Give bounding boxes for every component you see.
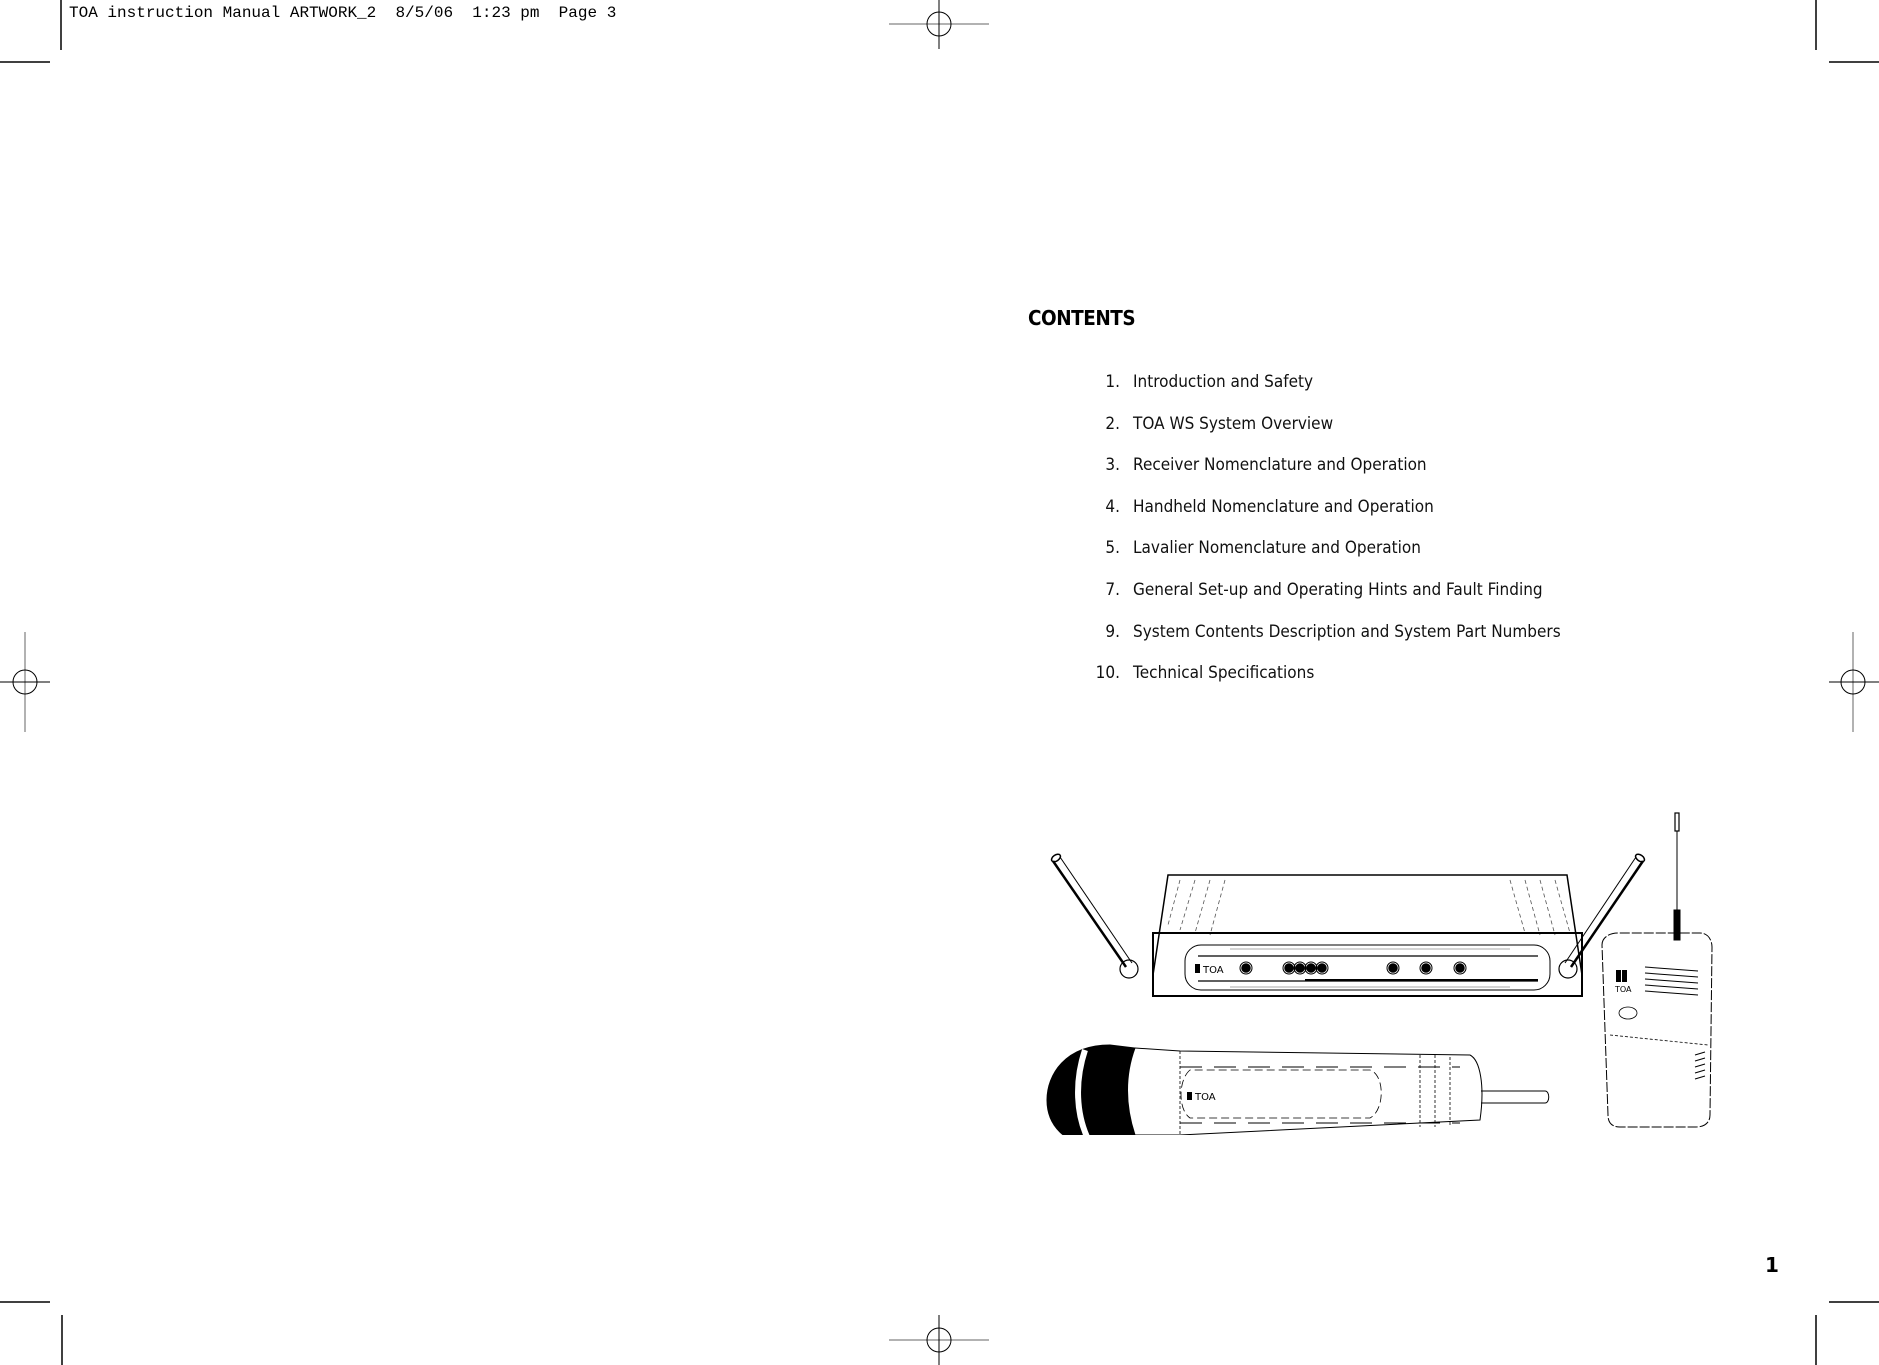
registration-mark-bottom <box>889 1315 989 1365</box>
table-of-contents: 1. Introduction and Safety 2. TOA WS Sys… <box>1060 372 1760 705</box>
registration-mark-top <box>889 0 989 49</box>
contents-heading: CONTENTS <box>1028 306 1136 330</box>
registration-mark-left <box>0 632 50 732</box>
toc-page-number: 9. <box>1105 621 1120 642</box>
toc-page-number: 2. <box>1105 413 1120 434</box>
toc-entry-label: Lavalier Nomenclature and Operation <box>1133 538 1421 559</box>
bodypack-transmitter-illustration: TOA <box>1601 812 1713 1128</box>
toc-page-number: 5. <box>1105 538 1120 559</box>
toc-entry[interactable]: 7. General Set-up and Operating Hints an… <box>1060 580 1760 622</box>
toc-page-number: 1. <box>1105 372 1120 392</box>
receiver-illustration: TOA <box>1050 853 1646 997</box>
toc-page-number: 4. <box>1105 496 1120 517</box>
handheld-microphone-illustration: TOA <box>1046 1044 1550 1135</box>
toc-entry[interactable]: 1. Introduction and Safety <box>1060 372 1760 414</box>
toc-page-number: 10. <box>1095 663 1120 684</box>
toc-entry-label: General Set-up and Operating Hints and F… <box>1133 579 1543 600</box>
crop-mark-bottom-left <box>0 1301 63 1365</box>
crop-mark-top-right <box>1815 0 1879 63</box>
handheld-brand-label: TOA <box>1194 1092 1216 1103</box>
toc-entry[interactable]: 4. Handheld Nomenclature and Operation <box>1060 497 1760 539</box>
crop-mark-bottom-right <box>1815 1301 1879 1365</box>
receiver-antenna-left <box>1050 853 1139 979</box>
crop-mark-top-left <box>0 0 62 63</box>
toc-entry-label: Technical Specifications <box>1133 663 1315 684</box>
toc-page-number: 7. <box>1105 579 1120 600</box>
toc-entry[interactable]: 5. Lavalier Nomenclature and Operation <box>1060 538 1760 580</box>
toc-entry[interactable]: 3. Receiver Nomenclature and Operation <box>1060 455 1760 497</box>
toc-entry-label: TOA WS System Overview <box>1133 413 1334 434</box>
toc-entry-label: Handheld Nomenclature and Operation <box>1133 496 1434 517</box>
toc-entry-label: Receiver Nomenclature and Operation <box>1133 455 1427 476</box>
toc-page-number: 3. <box>1105 455 1120 476</box>
toc-entry-label: System Contents Description and System P… <box>1133 621 1561 642</box>
toc-entry[interactable]: 9. System Contents Description and Syste… <box>1060 622 1760 664</box>
toc-entry[interactable]: 2. TOA WS System Overview <box>1060 414 1760 456</box>
registration-mark-right <box>1829 632 1879 732</box>
wireless-system-illustration: TOA TOA TOA <box>1046 812 1713 1135</box>
toc-entry[interactable]: 10. Technical Specifications <box>1060 663 1760 705</box>
page-number: 1 <box>1765 1253 1779 1277</box>
receiver-brand-label: TOA <box>1202 965 1224 976</box>
bodypack-brand-label: TOA <box>1614 985 1632 994</box>
toc-entry-label: Introduction and Safety <box>1133 372 1314 392</box>
